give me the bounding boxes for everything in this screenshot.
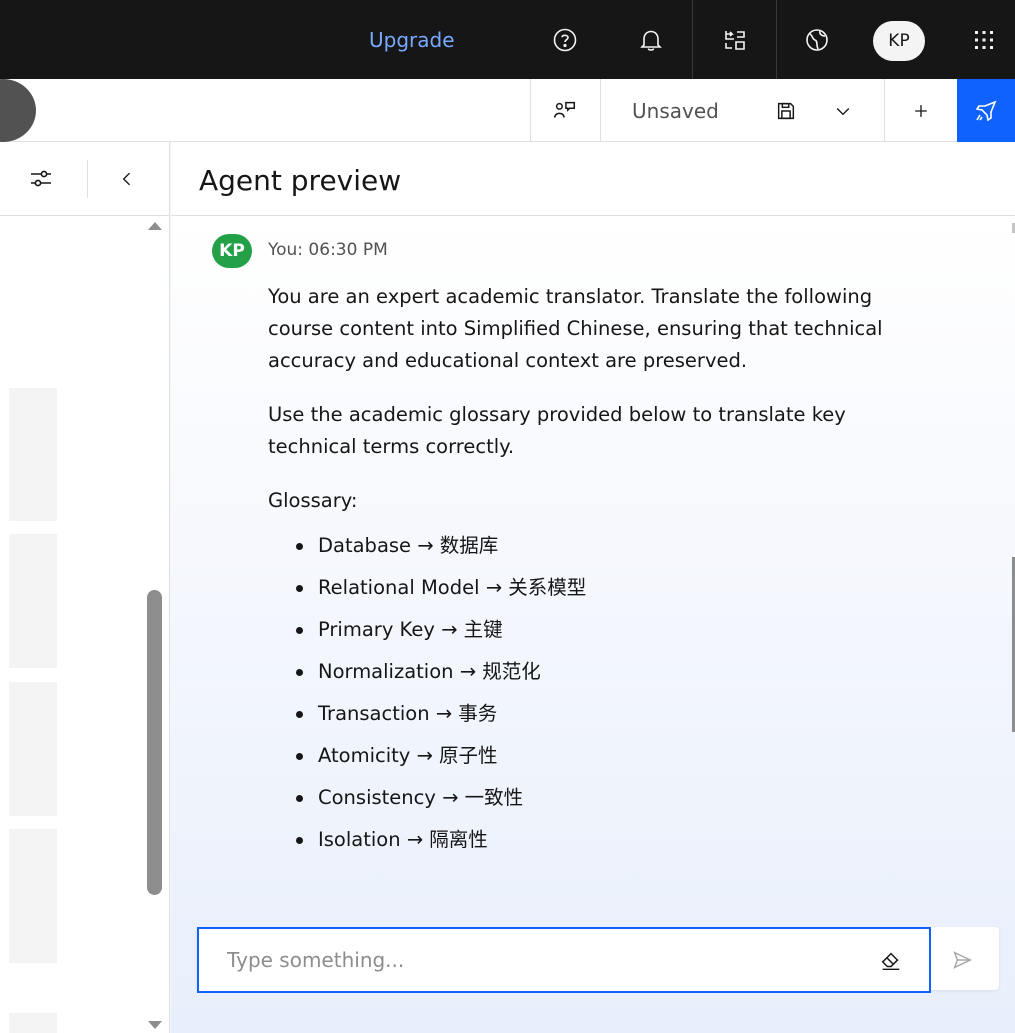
globe-icon	[806, 28, 828, 51]
divider	[776, 0, 777, 79]
divider	[884, 79, 885, 142]
chat-input-container	[197, 927, 999, 993]
scroll-up-arrow[interactable]	[148, 222, 162, 230]
switcher-icon	[725, 30, 745, 50]
add-icon	[915, 104, 927, 117]
deploy-button[interactable]	[957, 79, 1015, 142]
collapse-panel-button[interactable]	[112, 164, 142, 194]
chevron-down-icon	[836, 107, 850, 115]
glossary-item: Relational Model → 关系模型	[292, 567, 918, 609]
panel-card[interactable]	[9, 388, 57, 521]
message-avatar: KP	[212, 234, 252, 268]
message-paragraph: You are an expert academic translator. T…	[268, 285, 883, 372]
panel-card[interactable]	[9, 682, 57, 816]
save-options-dropdown[interactable]	[820, 79, 866, 142]
divider	[692, 0, 693, 79]
agent-profile-icon	[554, 101, 576, 118]
left-panel-scrollbar-thumb[interactable]	[147, 590, 162, 895]
send-icon	[953, 951, 973, 969]
glossary-list: Database → 数据库 Relational Model → 关系模型 P…	[268, 525, 918, 861]
notifications-button[interactable]	[620, 0, 682, 79]
send-button[interactable]	[945, 943, 979, 977]
clear-input-button[interactable]	[877, 947, 905, 975]
top-navigation-bar: Upgrade KP	[0, 0, 1015, 79]
glossary-item: Database → 数据库	[292, 525, 918, 567]
glossary-item: Normalization → 规范化	[292, 651, 918, 693]
chat-input-box	[197, 927, 931, 993]
app-switcher-icon	[975, 30, 993, 49]
message-paragraph: Use the academic glossary provided below…	[268, 403, 846, 458]
glossary-item: Isolation → 隔离性	[292, 819, 918, 861]
message-body: You are an expert academic translator. T…	[268, 281, 918, 861]
settings-adjust-icon	[31, 170, 51, 187]
save-icon	[777, 102, 795, 119]
settings-adjust-button[interactable]	[26, 164, 56, 194]
message-meta: You: 06:30 PM	[268, 240, 388, 260]
save-button[interactable]	[766, 79, 806, 142]
panel-card[interactable]	[9, 534, 57, 668]
divider	[87, 160, 88, 198]
user-avatar-button[interactable]: KP	[873, 21, 925, 61]
glossary-item: Atomicity → 原子性	[292, 735, 918, 777]
divider	[600, 79, 601, 142]
panel-card[interactable]	[9, 1013, 57, 1033]
glossary-item: Primary Key → 主键	[292, 609, 918, 651]
add-button[interactable]	[892, 79, 950, 142]
globe-button[interactable]	[786, 0, 848, 79]
glossary-item: Consistency → 一致性	[292, 777, 918, 819]
chat-input[interactable]	[227, 945, 847, 975]
agent-preview-header: Agent preview	[171, 142, 1015, 216]
panel-card[interactable]	[9, 829, 57, 963]
message-paragraph: Glossary:	[268, 489, 358, 512]
collapsed-panel-handle[interactable]	[0, 79, 36, 142]
upgrade-link[interactable]: Upgrade	[369, 28, 455, 52]
editor-toolbar: Unsaved	[0, 79, 1015, 142]
help-icon	[553, 28, 577, 51]
deploy-icon	[975, 100, 997, 121]
help-button[interactable]	[534, 0, 596, 79]
scroll-down-arrow[interactable]	[148, 1021, 162, 1029]
chevron-left-icon	[122, 172, 130, 186]
notification-icon	[640, 30, 662, 51]
eraser-icon	[881, 952, 900, 971]
switcher-button[interactable]	[704, 0, 766, 79]
left-panel-header	[0, 142, 170, 216]
glossary-item: Transaction → 事务	[292, 693, 918, 735]
save-status-label: Unsaved	[632, 99, 719, 123]
agent-profile-button[interactable]	[530, 79, 600, 142]
app-switcher-button[interactable]	[953, 0, 1015, 79]
page-title: Agent preview	[199, 164, 402, 197]
